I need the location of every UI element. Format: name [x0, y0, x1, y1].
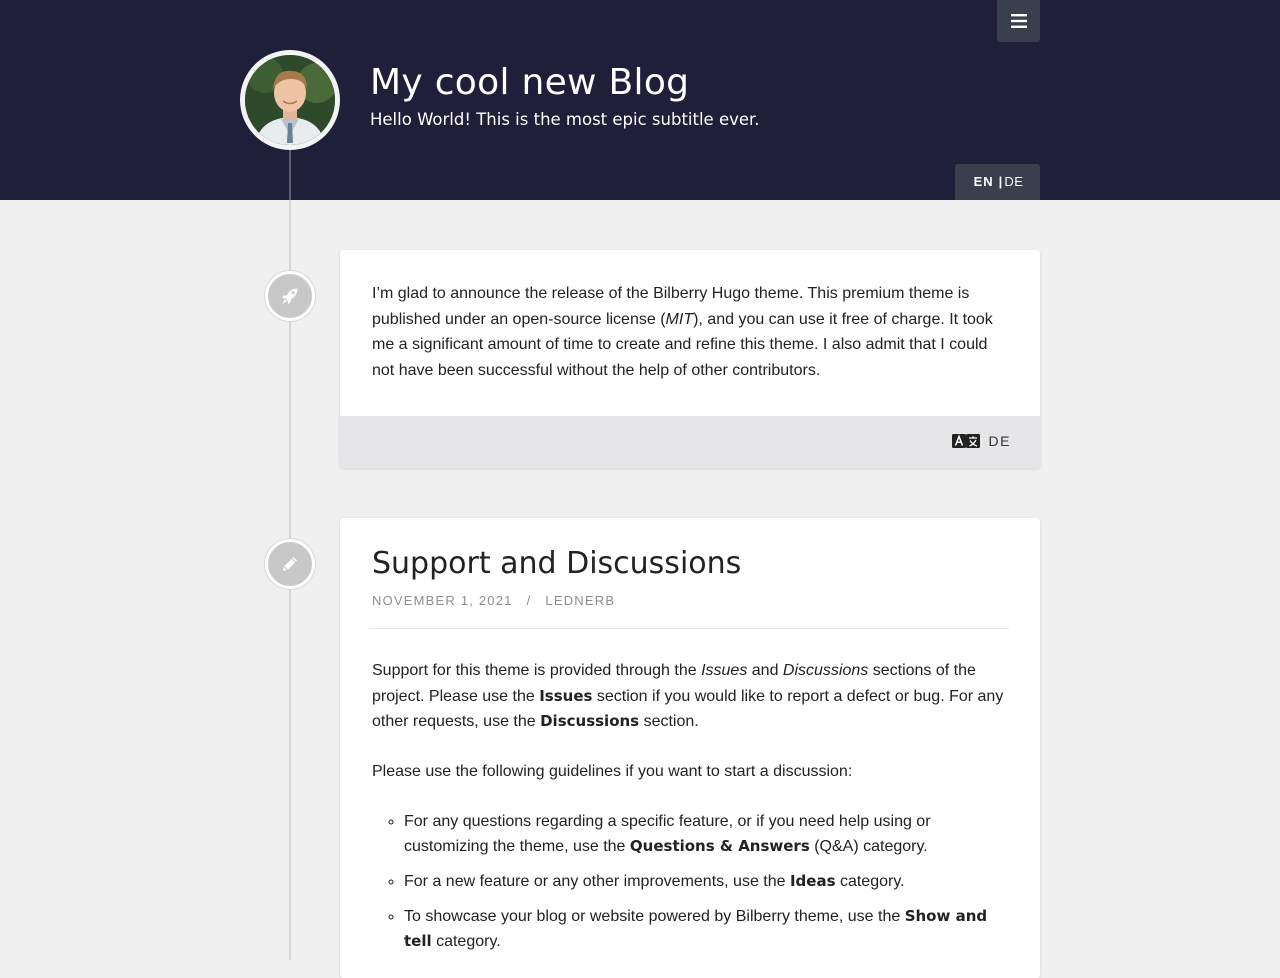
- lang-de-link[interactable]: DE: [1004, 174, 1023, 189]
- article-marker: [265, 539, 315, 589]
- article-meta: November 1, 2021 / lednerb: [372, 593, 615, 608]
- site-title[interactable]: My cool new Blog: [370, 62, 689, 103]
- article-title[interactable]: Support and Discussions: [372, 546, 741, 581]
- lang-en-active: EN: [973, 174, 994, 189]
- article-date: November 1, 2021: [372, 593, 513, 608]
- lang-separator: |: [998, 174, 1003, 189]
- article-divider: [369, 628, 1009, 629]
- status-post-footer: DE: [340, 416, 1040, 468]
- guidelines-list: For any questions regarding a specific f…: [372, 809, 1012, 954]
- article-body: Support for this theme is provided throu…: [372, 658, 1012, 964]
- pencil-icon: [283, 557, 297, 571]
- site-header: My cool new Blog Hello World! This is th…: [0, 0, 1280, 200]
- status-post-marker: [265, 271, 315, 321]
- translation-link[interactable]: DE: [951, 433, 1011, 449]
- meta-separator: /: [526, 593, 532, 608]
- license-name: MIT: [665, 310, 694, 328]
- list-item: For any questions regarding a specific f…: [404, 809, 1012, 859]
- article-paragraph-2: Please use the following guidelines if y…: [372, 763, 853, 781]
- article-paragraph-1: Support for this theme is provided throu…: [372, 662, 1004, 731]
- status-post-card: I’m glad to announce the release of the …: [340, 250, 1040, 468]
- article-author[interactable]: lednerb: [545, 593, 615, 608]
- timeline-line-top: [289, 150, 291, 200]
- avatar[interactable]: [240, 50, 340, 150]
- translation-label: DE: [988, 433, 1011, 449]
- translate-icon: [951, 434, 980, 448]
- site-subtitle: Hello World! This is the most epic subti…: [370, 110, 760, 129]
- status-post-content: I’m glad to announce the release of the …: [340, 250, 1040, 384]
- menu-button[interactable]: [997, 0, 1040, 42]
- avatar-photo: [245, 55, 335, 145]
- article-card: Support and Discussions November 1, 2021…: [340, 518, 1040, 978]
- list-item: For a new feature or any other improveme…: [404, 869, 1012, 894]
- rocket-icon: [282, 288, 298, 304]
- hamburger-icon: [1010, 14, 1027, 29]
- list-item: To showcase your blog or website powered…: [404, 904, 1012, 954]
- language-switcher: EN | DE: [955, 164, 1040, 200]
